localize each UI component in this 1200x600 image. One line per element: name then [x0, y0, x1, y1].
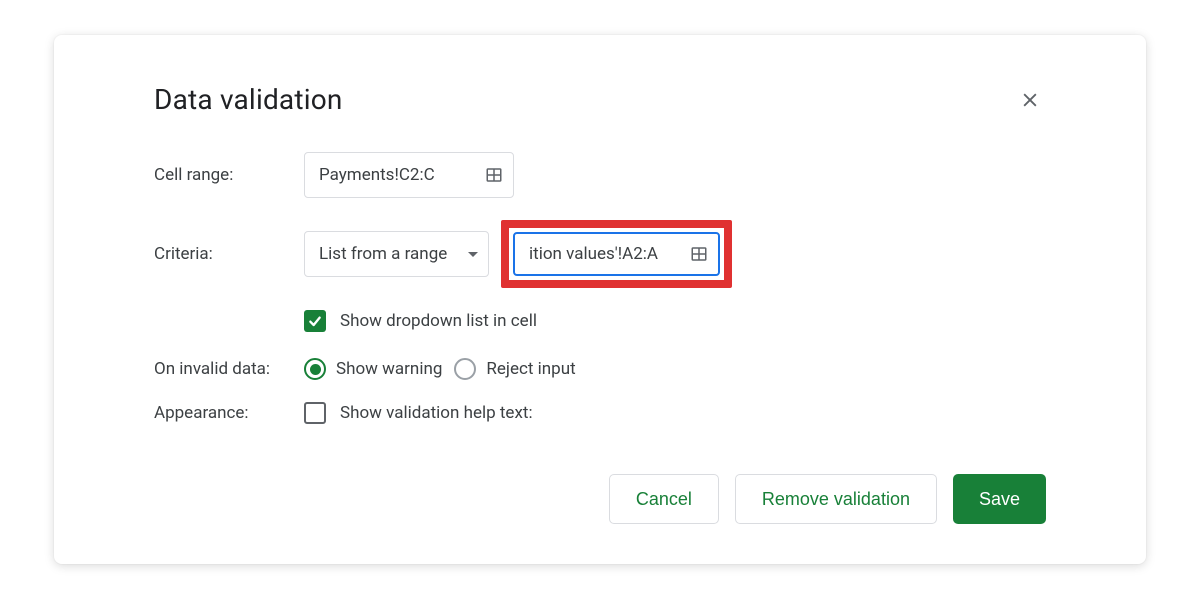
radio-icon [304, 358, 326, 380]
help-text-checkbox[interactable] [304, 402, 326, 424]
dialog-title: Data validation [154, 83, 343, 116]
data-validation-dialog: Data validation Cell range: Payments!C2:… [54, 35, 1146, 564]
cell-range-input[interactable]: Payments!C2:C [304, 152, 514, 198]
criteria-row: Criteria: List from a range ition values… [154, 220, 1046, 288]
save-button[interactable]: Save [953, 474, 1046, 524]
cancel-button[interactable]: Cancel [609, 474, 719, 524]
grid-icon[interactable] [485, 166, 503, 184]
radio-reject-input-label: Reject input [486, 359, 575, 379]
criteria-type-value: List from a range [319, 244, 447, 264]
remove-validation-button[interactable]: Remove validation [735, 474, 937, 524]
criteria-label: Criteria: [154, 244, 304, 264]
show-dropdown-label: Show dropdown list in cell [340, 311, 537, 331]
on-invalid-row: On invalid data: Show warning Reject inp… [154, 358, 1046, 380]
help-text-label: Show validation help text: [340, 403, 533, 423]
show-dropdown-row: Show dropdown list in cell [304, 310, 1046, 332]
criteria-range-highlight: ition values'!A2:A [501, 220, 732, 288]
appearance-label: Appearance: [154, 403, 304, 423]
radio-show-warning-label: Show warning [336, 359, 442, 379]
appearance-row: Appearance: Show validation help text: [154, 402, 1046, 424]
criteria-type-select[interactable]: List from a range [304, 231, 489, 277]
close-button[interactable] [1014, 84, 1046, 116]
cell-range-row: Cell range: Payments!C2:C [154, 152, 1046, 198]
dialog-buttons: Cancel Remove validation Save [154, 474, 1046, 524]
chevron-down-icon [468, 252, 478, 257]
grid-icon[interactable] [690, 245, 708, 263]
close-icon [1020, 90, 1040, 110]
cell-range-label: Cell range: [154, 165, 304, 185]
show-dropdown-checkbox[interactable] [304, 310, 326, 332]
radio-show-warning[interactable]: Show warning [304, 358, 442, 380]
cell-range-value: Payments!C2:C [319, 165, 435, 185]
dialog-header: Data validation [154, 83, 1046, 116]
on-invalid-label: On invalid data: [154, 359, 304, 379]
radio-reject-input[interactable]: Reject input [454, 358, 575, 380]
radio-icon [454, 358, 476, 380]
criteria-range-input[interactable]: ition values'!A2:A [513, 232, 720, 276]
check-icon [307, 313, 323, 329]
criteria-range-value: ition values'!A2:A [529, 244, 682, 264]
